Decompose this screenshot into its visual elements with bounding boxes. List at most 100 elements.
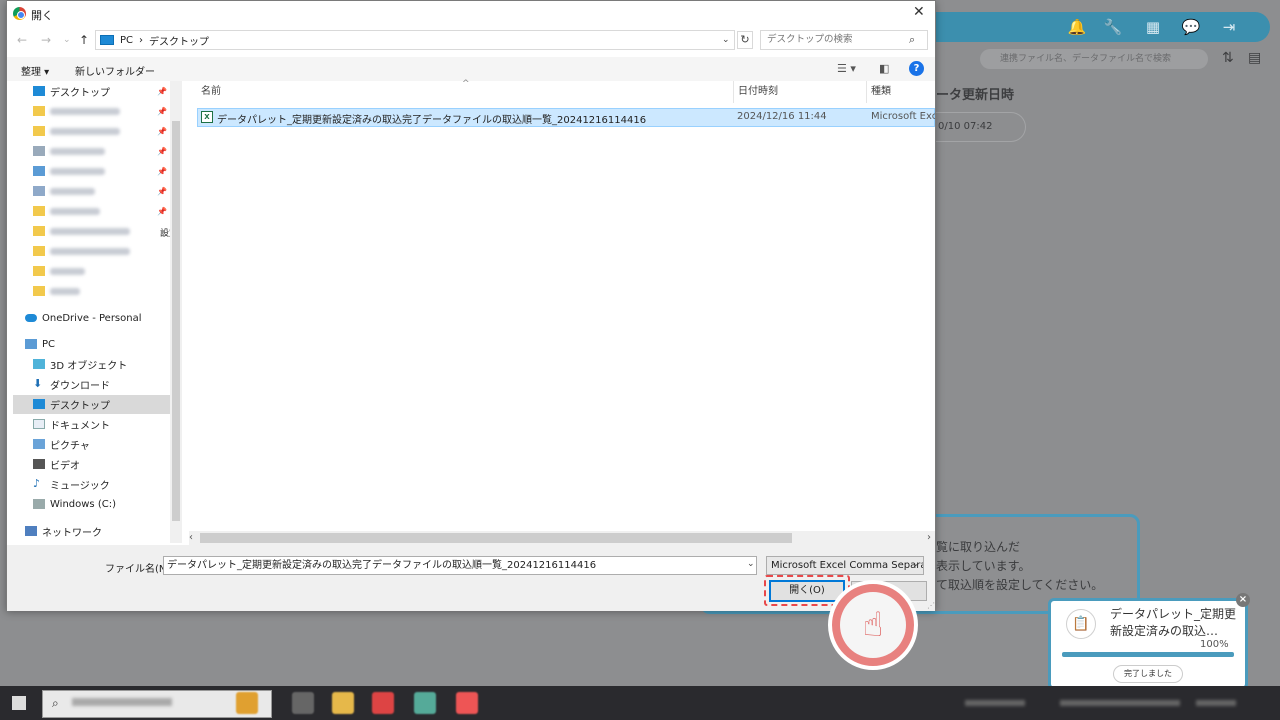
chevron-down-icon[interactable]: ⌄ bbox=[722, 35, 730, 45]
sidebar-item[interactable] bbox=[33, 122, 120, 140]
completed-button[interactable]: 完了しました bbox=[1113, 665, 1183, 683]
refresh-icon[interactable]: ↻ bbox=[737, 31, 753, 49]
organize-button[interactable]: 整理 ▾ bbox=[21, 63, 49, 78]
pointer-hand-indicator: ☝ bbox=[828, 580, 918, 670]
info-line: 表示しています。 bbox=[936, 559, 1031, 573]
search-icon: ⌕ bbox=[52, 696, 59, 710]
sidebar-item-label: 3D オブジェクト bbox=[50, 360, 128, 372]
scroll-right-icon[interactable]: › bbox=[927, 532, 931, 543]
drive-icon bbox=[33, 499, 45, 509]
sidebar-item[interactable] bbox=[33, 202, 100, 220]
system-tray-icons[interactable] bbox=[1060, 700, 1180, 706]
file-explorer-icon[interactable] bbox=[332, 692, 354, 714]
sidebar-item-label: ダウンロード bbox=[50, 380, 110, 392]
search-input[interactable]: デスクトップの検索 bbox=[760, 30, 928, 50]
sidebar-item-label: ピクチャ bbox=[50, 440, 90, 452]
close-icon[interactable]: ✕ bbox=[913, 4, 925, 20]
sidebar-item[interactable] bbox=[33, 142, 105, 160]
pin-icon: 📌 bbox=[157, 107, 167, 116]
dialog-titlebar: 開く ✕ bbox=[7, 1, 935, 27]
resize-grip-icon[interactable]: ⋰ bbox=[927, 601, 935, 610]
document-icon bbox=[33, 419, 45, 429]
filetype-select[interactable]: Microsoft Excel Comma Separa bbox=[766, 556, 924, 575]
forward-arrow-icon[interactable]: → bbox=[41, 33, 51, 47]
chat-icon[interactable]: 💬 bbox=[1182, 18, 1201, 36]
clipboard-icon: 📋 bbox=[1066, 609, 1096, 639]
sidebar-item-pc[interactable]: PC bbox=[25, 335, 55, 353]
folder-icon bbox=[33, 286, 45, 296]
taskbar-app-icon[interactable] bbox=[236, 692, 258, 714]
folder-icon bbox=[33, 206, 45, 216]
taskbar-app-icon[interactable] bbox=[414, 692, 436, 714]
sidebar-item-pictures[interactable]: ピクチャ bbox=[33, 435, 90, 453]
taskbar-app-icon[interactable] bbox=[456, 692, 478, 714]
sidebar-item-network[interactable]: ネットワーク bbox=[25, 522, 102, 540]
sidebar-item[interactable] bbox=[33, 222, 130, 240]
column-divider[interactable] bbox=[733, 81, 734, 103]
folder-icon bbox=[33, 246, 45, 256]
sidebar-item-label: デスクトップ bbox=[50, 400, 110, 412]
sidebar-item-desktop-pinned[interactable]: デスクトップ bbox=[33, 82, 110, 100]
scroll-left-icon[interactable]: ‹ bbox=[189, 532, 193, 543]
filename-input[interactable]: データパレット_定期更新設定済みの取込完了データファイルの取込順一覧_20241… bbox=[163, 556, 757, 575]
background-column-header: ータ更新日時 bbox=[936, 88, 1015, 103]
recent-locations-icon[interactable]: ⌄ bbox=[63, 35, 71, 45]
sidebar-item[interactable] bbox=[33, 242, 130, 260]
column-header-date[interactable]: 日付時刻 bbox=[738, 81, 778, 103]
horizontal-scrollbar-thumb[interactable] bbox=[200, 533, 792, 543]
sidebar-scrollbar-thumb[interactable] bbox=[172, 121, 180, 521]
chevron-down-icon[interactable]: ⌄ bbox=[912, 559, 920, 569]
chevron-down-icon[interactable]: ⌄ bbox=[747, 559, 755, 569]
system-tray[interactable] bbox=[965, 700, 1025, 706]
help-icon[interactable]: ? bbox=[909, 61, 924, 76]
sidebar-item[interactable] bbox=[33, 182, 95, 200]
wrench-icon[interactable]: 🔧 bbox=[1104, 18, 1123, 36]
breadcrumb-pc[interactable]: PC bbox=[120, 35, 133, 46]
background-search-input[interactable]: 連携ファイル名、データファイル名で検索 bbox=[980, 49, 1208, 69]
grid-icon[interactable]: ▦ bbox=[1144, 18, 1162, 36]
address-bar[interactable]: PC › デスクトップ ⌄ bbox=[95, 30, 735, 50]
progress-percent: 100% bbox=[1200, 639, 1229, 650]
bell-icon[interactable]: 🔔 bbox=[1068, 18, 1087, 36]
sidebar-item-desktop[interactable]: デスクトップ bbox=[33, 395, 110, 413]
folder-icon bbox=[33, 166, 45, 176]
sort-icon[interactable]: ⇅ bbox=[1222, 50, 1234, 66]
pin-icon: 📌 bbox=[157, 187, 167, 196]
back-arrow-icon[interactable]: ← bbox=[17, 33, 27, 47]
column-header-name[interactable]: 名前 bbox=[201, 81, 221, 103]
column-header-type[interactable]: 種類 bbox=[871, 81, 891, 103]
sort-ascending-icon: ^ bbox=[462, 79, 470, 89]
document-icon[interactable]: ▤ bbox=[1248, 50, 1261, 66]
sidebar-item-downloads[interactable]: ⬇ ダウンロード bbox=[33, 375, 110, 393]
view-options-icon[interactable]: ☰ ▾ bbox=[837, 62, 856, 75]
new-folder-button[interactable]: 新しいフォルダー bbox=[75, 63, 155, 78]
sidebar-item-label: Windows (C:) bbox=[50, 498, 116, 510]
column-divider[interactable] bbox=[866, 81, 867, 103]
sidebar-item-videos[interactable]: ビデオ bbox=[33, 455, 80, 473]
chrome-taskbar-icon[interactable] bbox=[372, 692, 394, 714]
task-view-icon[interactable] bbox=[292, 692, 314, 714]
sidebar-item-onedrive[interactable]: OneDrive - Personal bbox=[25, 309, 142, 327]
sidebar-item[interactable] bbox=[33, 282, 80, 300]
sidebar-item-documents[interactable]: ドキュメント bbox=[33, 415, 110, 433]
sidebar-item-music[interactable]: ♪ ミュージック bbox=[33, 475, 110, 493]
sidebar-item-windows-c[interactable]: Windows (C:) bbox=[33, 495, 116, 513]
windows-start-icon[interactable] bbox=[12, 696, 26, 710]
preview-pane-icon[interactable]: ◧ bbox=[879, 62, 889, 75]
sidebar-item[interactable] bbox=[33, 102, 120, 120]
sidebar-item[interactable] bbox=[33, 262, 85, 280]
folder-icon bbox=[33, 146, 45, 156]
breadcrumb-desktop[interactable]: デスクトップ bbox=[149, 33, 209, 48]
logout-icon[interactable]: ⇥ bbox=[1220, 18, 1238, 36]
pin-icon: 📌 bbox=[157, 87, 167, 96]
folder-icon bbox=[33, 266, 45, 276]
sidebar-item[interactable] bbox=[33, 162, 105, 180]
music-icon: ♪ bbox=[33, 477, 41, 490]
search-icon: ⌕ bbox=[909, 33, 916, 46]
close-icon[interactable]: × bbox=[1236, 593, 1250, 607]
sidebar-item-label: ドキュメント bbox=[50, 420, 110, 432]
file-list bbox=[182, 81, 935, 543]
taskbar-clock[interactable] bbox=[1196, 700, 1236, 706]
up-arrow-icon[interactable]: ↑ bbox=[79, 33, 89, 47]
sidebar-item-3d-objects[interactable]: 3D オブジェクト bbox=[33, 355, 127, 373]
